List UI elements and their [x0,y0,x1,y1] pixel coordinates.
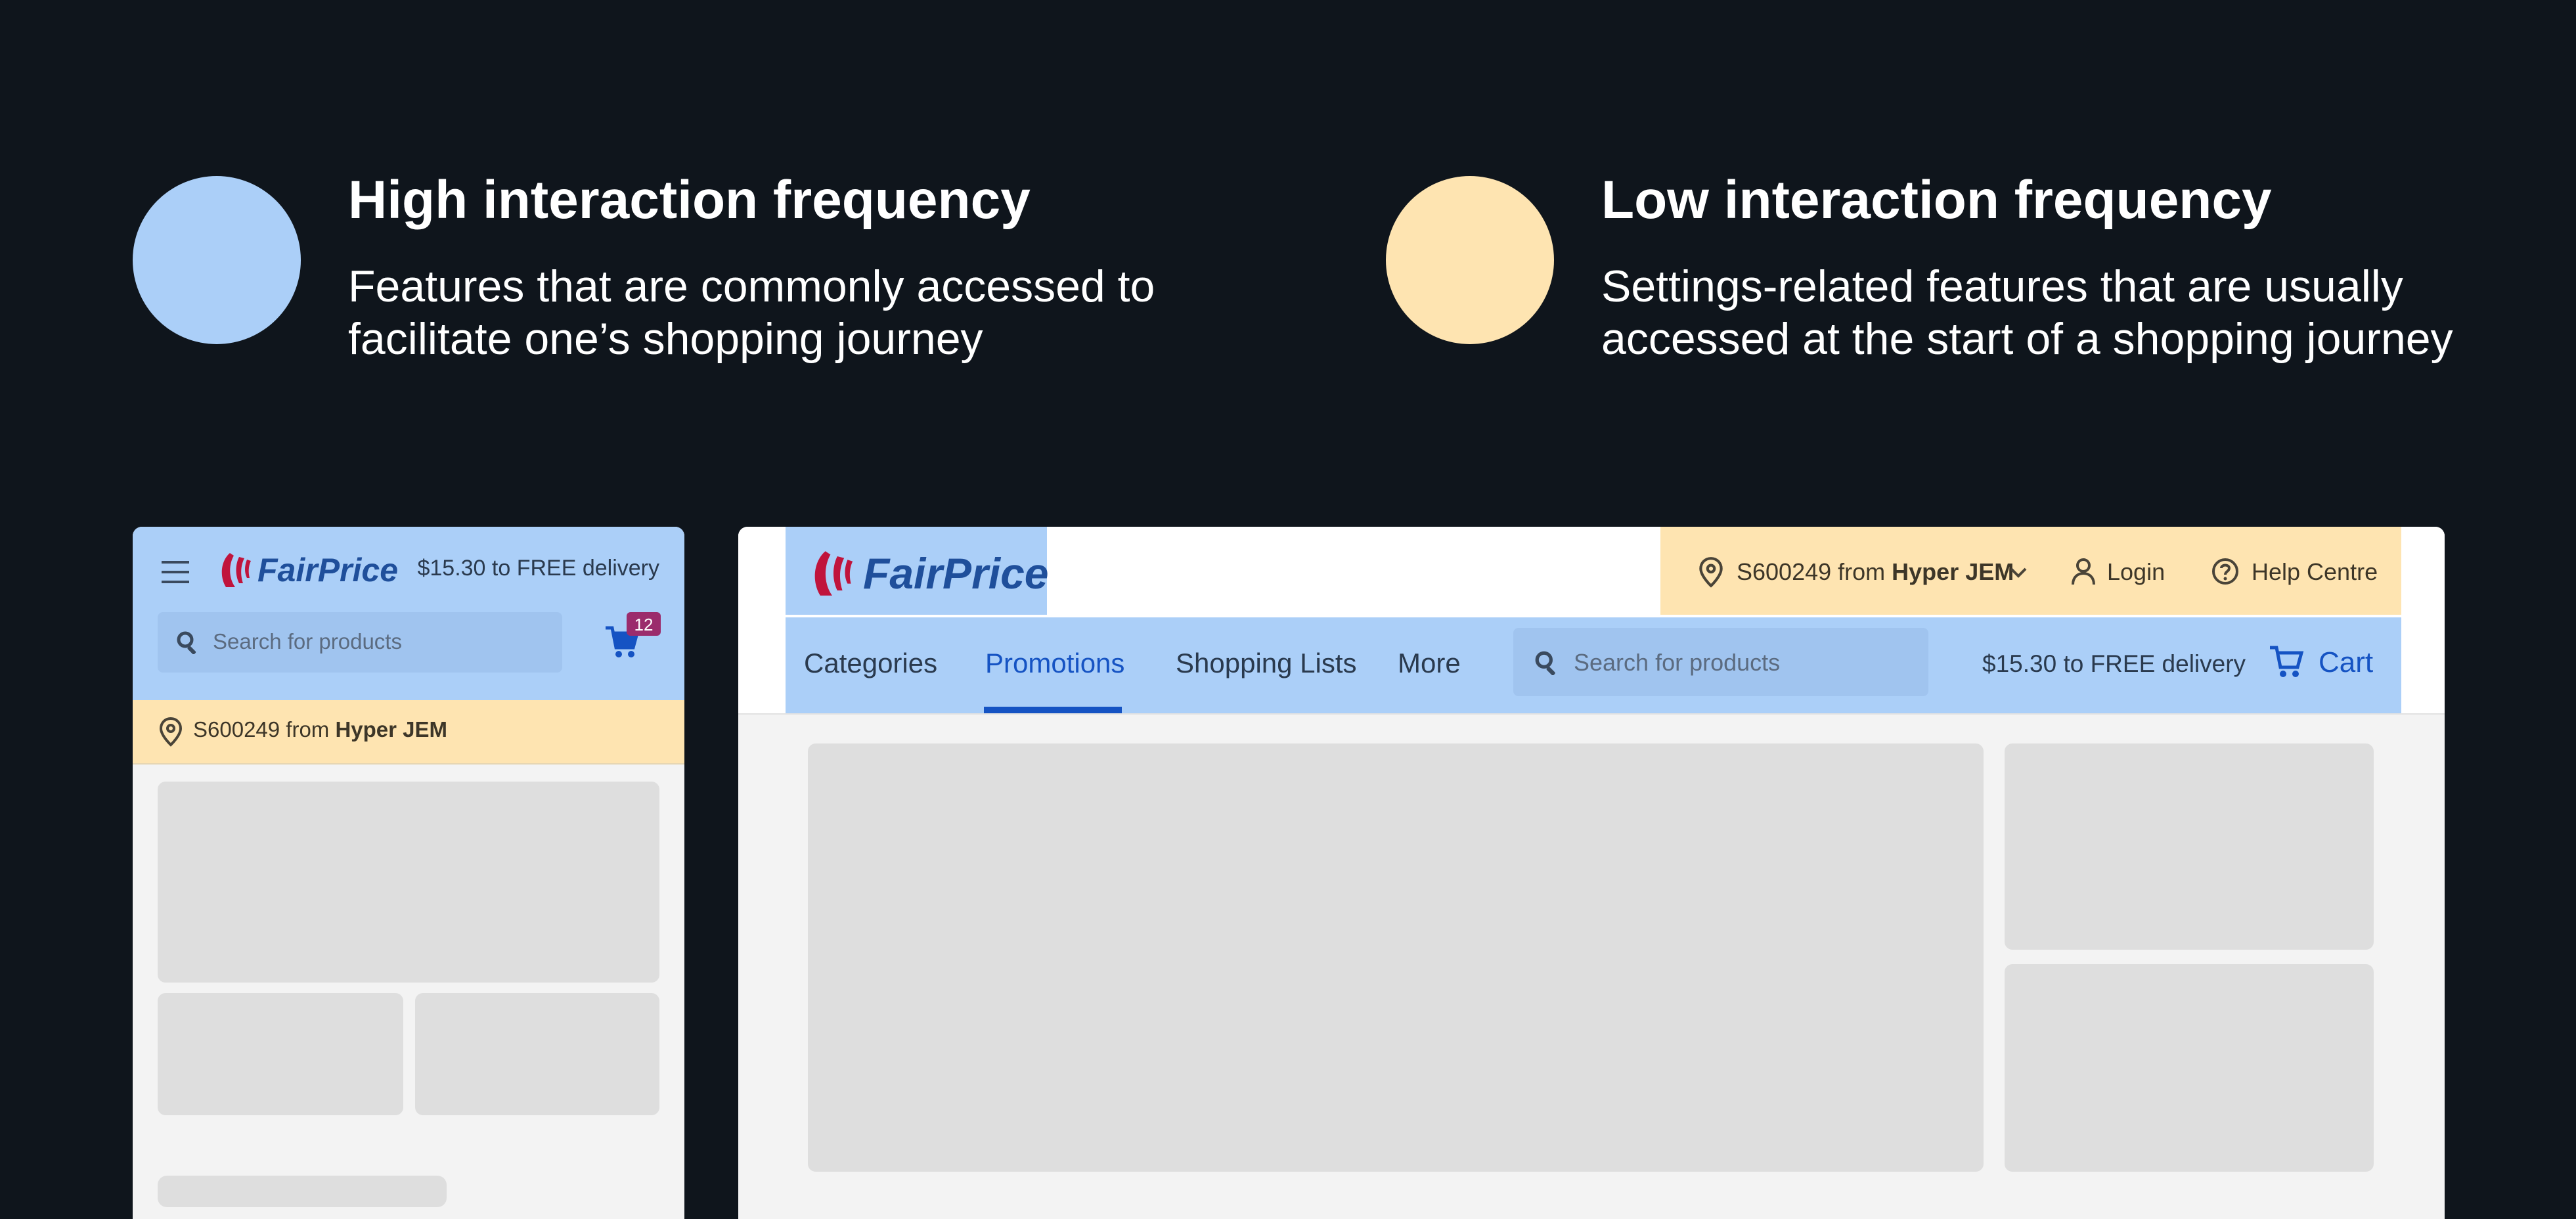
mobile-logo[interactable]: FairPrice [217,549,398,591]
mobile-banner-placeholder [158,782,659,983]
high-frequency-desc-line2: facilitate one’s shopping journey [348,314,983,364]
hamburger-menu-icon[interactable] [160,557,190,587]
user-icon [2070,556,2097,587]
desktop-utility-bar: S600249 from Hyper JEM Login Help Centre [1660,527,2401,615]
active-tab-indicator [984,707,1122,713]
help-icon [2211,557,2240,586]
desktop-logo-text: FairPrice [863,549,1049,598]
cart-button[interactable]: Cart [2319,646,2373,679]
mobile-header: FairPrice $15.30 to FREE delivery Search… [133,527,684,700]
nav-categories[interactable]: Categories [804,648,937,679]
chevron-down-icon[interactable] [2009,566,2028,579]
low-frequency-description: Settings-related features that are usual… [1601,260,2453,365]
mobile-tile-placeholder-right [415,993,659,1115]
mobile-delivery-threshold[interactable]: $15.30 to FREE delivery [417,556,659,581]
desktop-mockup: FairPrice S600249 from Hyper JEM Login H… [738,527,2445,1219]
nav-more[interactable]: More [1398,648,1461,679]
mobile-location-bar[interactable]: S600249 from Hyper JEM [133,700,684,763]
high-frequency-description: Features that are commonly accessed to f… [348,260,1155,365]
search-icon [176,631,200,654]
mobile-tile-placeholder-left [158,993,403,1115]
high-frequency-desc-line1: Features that are commonly accessed to [348,261,1155,311]
mobile-mockup: FairPrice $15.30 to FREE delivery Search… [133,527,684,1219]
mobile-postal-code: S600249 from [193,717,336,742]
mobile-text-placeholder [158,1176,447,1207]
low-frequency-desc-line2: accessed at the start of a shopping jour… [1601,314,2453,364]
desktop-banner-placeholder [808,743,1984,1172]
high-frequency-swatch [133,176,301,344]
desktop-logo-block[interactable]: FairPrice [786,527,1049,615]
low-frequency-title: Low interaction frequency [1601,170,2272,230]
search-icon [1534,650,1559,675]
desktop-logo: FairPrice [804,549,1049,598]
mobile-search-input[interactable]: Search for products [158,612,562,673]
nav-promotions[interactable]: Promotions [985,648,1124,679]
mobile-logo-text: FairPrice [257,552,399,588]
location-pin-icon [158,716,184,747]
desktop-store-name: Hyper JEM [1892,558,2014,585]
desktop-side-placeholder-bottom [2005,964,2374,1172]
location-pin-icon [1697,556,1725,588]
low-frequency-desc-line1: Settings-related features that are usual… [1601,261,2403,311]
low-frequency-swatch [1386,176,1554,344]
login-link[interactable]: Login [2107,558,2165,586]
help-centre-link[interactable]: Help Centre [2252,558,2378,586]
fairprice-logo-icon [221,553,251,587]
desktop-postal-code: S600249 from [1737,558,1892,585]
desktop-search-input[interactable]: Search for products [1513,628,1928,696]
desktop-location-selector[interactable]: S600249 from Hyper JEM [1737,558,2014,586]
mobile-store-name: Hyper JEM [335,717,448,742]
desktop-nav-bar: Categories Promotions Shopping Lists Mor… [786,617,2401,713]
mobile-location-text: S600249 from Hyper JEM [193,717,447,742]
cart-count-text: 12 [634,615,654,634]
cart-count-badge: 12 [627,612,661,636]
mobile-divider [133,763,684,765]
high-frequency-title: High interaction frequency [348,170,1031,230]
desktop-header-divider [738,713,2445,715]
mobile-search-placeholder: Search for products [213,629,402,654]
nav-shopping-lists[interactable]: Shopping Lists [1176,648,1357,679]
cart-icon [2267,642,2305,680]
desktop-search-placeholder: Search for products [1574,649,1781,676]
fairprice-logo-icon [814,551,853,596]
desktop-delivery-threshold[interactable]: $15.30 to FREE delivery [1982,650,2246,678]
desktop-side-placeholder-top [2005,743,2374,950]
